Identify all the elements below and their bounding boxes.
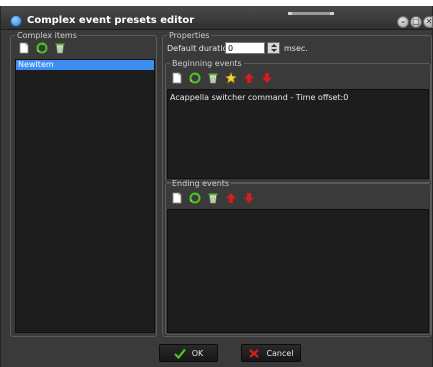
app-icon [10, 15, 22, 27]
new-document-button[interactable] [16, 40, 31, 55]
delete-bin-icon [55, 43, 64, 53]
recycle-button[interactable] [187, 190, 202, 205]
new-document-icon [172, 192, 181, 203]
presets-editor-window: Complex event presets editor – □ ✕ Compl… [0, 6, 433, 367]
delete-bin-button[interactable] [205, 70, 220, 85]
beginning-events-legend: Beginning events [172, 59, 242, 68]
ending-events-toolbar [169, 190, 256, 205]
default-duration-field[interactable] [225, 42, 265, 54]
ending-events-legend: Ending events [172, 179, 230, 188]
beginning-events-toolbar [169, 70, 274, 85]
complex-items-toolbar [16, 40, 67, 55]
minimize-icon: – [401, 17, 405, 26]
recycle-icon [189, 192, 200, 203]
window-title: Complex event presets editor [27, 15, 195, 26]
beginning-events-list[interactable]: Acappella switcher command - Time offset… [167, 89, 429, 179]
checkmark-icon [173, 348, 186, 359]
delete-bin-icon [208, 193, 217, 203]
ok-button[interactable]: OK [159, 344, 218, 362]
duration-unit-label: msec. [284, 44, 308, 53]
cancel-button[interactable]: Cancel [241, 344, 301, 362]
cross-icon [249, 348, 260, 358]
minimize-button[interactable]: – [397, 16, 409, 28]
title-bar[interactable]: Complex event presets editor – □ ✕ [1, 6, 433, 30]
recycle-button[interactable] [34, 40, 49, 55]
title-bar-notch [288, 12, 334, 15]
close-button[interactable]: ✕ [423, 16, 433, 28]
recycle-icon [36, 42, 47, 53]
move-up-button[interactable] [223, 190, 238, 205]
delete-bin-icon [208, 73, 217, 83]
properties-legend: Properties [169, 31, 210, 40]
cancel-label: Cancel [266, 348, 294, 358]
star-icon [224, 71, 237, 84]
ending-events-list[interactable] [167, 209, 429, 333]
recycle-button[interactable] [187, 70, 202, 85]
close-icon: ✕ [425, 17, 433, 26]
move-down-button[interactable] [241, 190, 256, 205]
list-item[interactable]: NewItem [16, 60, 154, 70]
delete-bin-button[interactable] [52, 40, 67, 55]
new-document-icon [172, 72, 181, 83]
move-up-icon [225, 192, 236, 203]
move-down-icon [243, 192, 254, 203]
duration-spinner[interactable] [267, 42, 280, 54]
delete-bin-button[interactable] [205, 190, 220, 205]
complex-items-legend: Complex items [17, 31, 77, 40]
list-item[interactable]: Acappella switcher command - Time offset… [168, 90, 428, 105]
star-button[interactable] [223, 70, 238, 85]
new-document-button[interactable] [169, 190, 184, 205]
ok-label: OK [191, 348, 204, 358]
move-down-button[interactable] [259, 70, 274, 85]
maximize-icon: □ [412, 17, 420, 26]
maximize-button[interactable]: □ [410, 16, 422, 28]
new-document-icon [19, 42, 28, 53]
complex-items-list[interactable]: NewItem [15, 59, 155, 333]
recycle-icon [189, 72, 200, 83]
move-up-button[interactable] [241, 70, 256, 85]
new-document-button[interactable] [169, 70, 184, 85]
move-up-icon [243, 72, 254, 83]
default-duration-label: Default duratio [167, 44, 228, 53]
move-down-icon [261, 72, 272, 83]
